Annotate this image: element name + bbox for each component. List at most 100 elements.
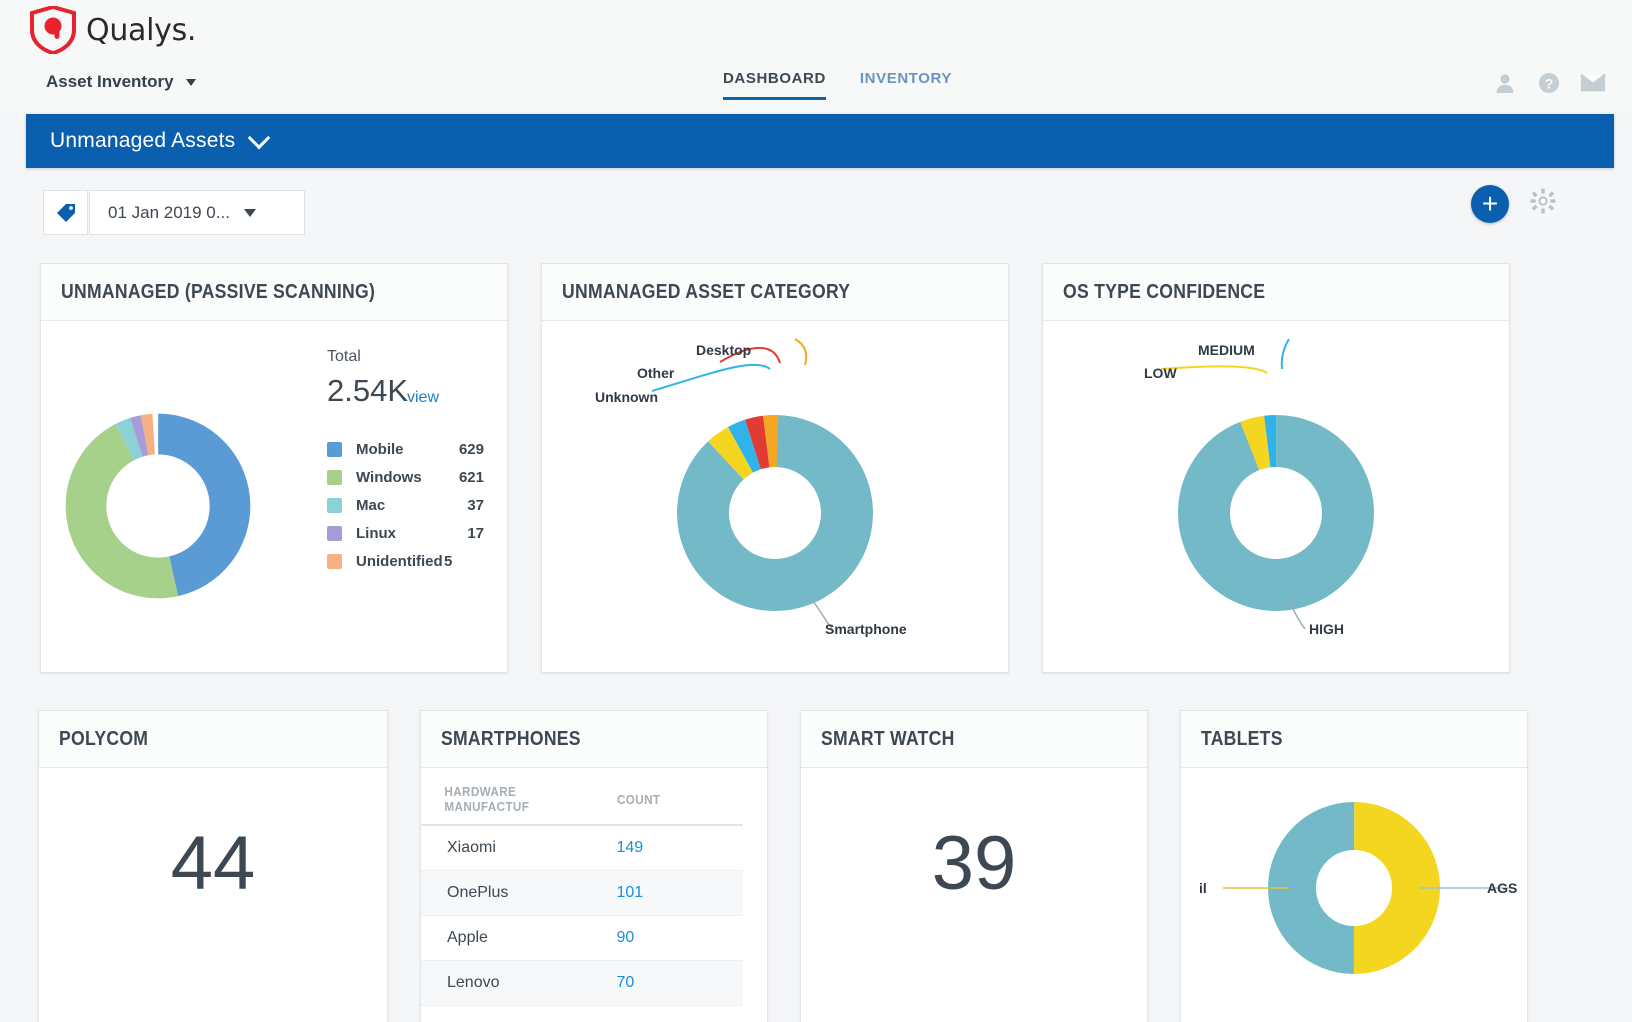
- legend-swatch: [327, 442, 342, 457]
- slice-label-other: Other: [637, 365, 674, 381]
- slice-label-ags: AGS: [1487, 880, 1517, 896]
- legend-value: 629: [444, 441, 484, 458]
- smartphones-table: HARDWARE MANUFACTUF COUNT Xiaomi 149 One…: [421, 768, 743, 1006]
- dashboard-page: Qualys. Asset Inventory DASHBOARD INVENT…: [0, 0, 1632, 1022]
- total-value: 2.54K: [327, 373, 408, 409]
- legend-item-windows[interactable]: Windows 621: [327, 463, 484, 491]
- column-header-manufacturer[interactable]: HARDWARE MANUFACTUF: [421, 768, 597, 825]
- widget-title: SMARTPHONES: [441, 728, 581, 751]
- tab-inventory[interactable]: INVENTORY: [860, 70, 952, 97]
- cell-count[interactable]: 70: [617, 961, 744, 1006]
- add-widget-button[interactable]: +: [1471, 185, 1509, 223]
- module-selector[interactable]: Asset Inventory: [46, 72, 196, 92]
- cell-manufacturer: OnePlus: [421, 871, 617, 916]
- table-row[interactable]: Lenovo 70: [421, 961, 743, 1006]
- legend-item-unidentified[interactable]: Unidentified 5: [327, 547, 484, 575]
- cell-manufacturer: Lenovo: [421, 961, 617, 1006]
- gear-icon: [1530, 188, 1556, 214]
- total-label: Total: [327, 348, 361, 366]
- chevron-down-icon[interactable]: [248, 126, 271, 149]
- legend-swatch: [327, 470, 342, 485]
- table-body: Xiaomi 149 OnePlus 101 Apple 90 Lenovo: [421, 825, 743, 1006]
- asset-category-donut-chart[interactable]: [542, 321, 1008, 673]
- slice-label-il: il: [1199, 880, 1207, 896]
- leader-line-desktop: [795, 339, 806, 365]
- tab-dashboard[interactable]: DASHBOARD: [723, 70, 826, 100]
- user-icon[interactable]: [1492, 70, 1518, 96]
- legend-swatch: [327, 498, 342, 513]
- widget-header: POLYCOM: [39, 711, 387, 768]
- smart-watch-count[interactable]: 39: [801, 820, 1147, 907]
- widget-unmanaged-passive-scanning[interactable]: UNMANAGED (PASSIVE SCANNING) Total 2.54K…: [40, 263, 508, 673]
- legend-label: Unidentified: [356, 553, 444, 570]
- widget-polycom[interactable]: POLYCOM 44: [38, 710, 388, 1022]
- qualys-shield-icon: [30, 6, 76, 54]
- cell-count[interactable]: 149: [617, 825, 744, 871]
- widget-header: TABLETS: [1181, 711, 1527, 768]
- legend-label: Linux: [356, 525, 444, 542]
- slice-label-low: LOW: [1144, 365, 1177, 381]
- dashboard-selector-bar[interactable]: Unmanaged Assets: [26, 114, 1614, 168]
- table-row[interactable]: OnePlus 101: [421, 871, 743, 916]
- mail-icon[interactable]: [1580, 70, 1606, 96]
- widget-title: POLYCOM: [59, 728, 148, 751]
- widget-unmanaged-asset-category[interactable]: UNMANAGED ASSET CATEGORY Desktop Ot: [541, 263, 1009, 673]
- smartphones-table-wrap: HARDWARE MANUFACTUF COUNT Xiaomi 149 One…: [421, 768, 767, 1022]
- module-label: Asset Inventory: [46, 72, 174, 92]
- legend-value: 37: [444, 497, 484, 514]
- tag-icon: [55, 202, 77, 224]
- slice-label-smartphone: Smartphone: [825, 621, 907, 637]
- date-filter-button[interactable]: 01 Jan 2019 0...: [89, 190, 305, 235]
- legend-item-linux[interactable]: Linux 17: [327, 519, 484, 547]
- widget-header: UNMANAGED ASSET CATEGORY: [542, 264, 1008, 321]
- header-icon-group: ?: [1492, 70, 1606, 96]
- table-header-row: HARDWARE MANUFACTUF COUNT: [421, 768, 743, 825]
- column-header-count[interactable]: COUNT: [617, 768, 731, 825]
- qualys-logo[interactable]: Qualys.: [30, 6, 196, 54]
- legend-label: Windows: [356, 469, 444, 486]
- widget-tablets[interactable]: TABLETS il AGS: [1180, 710, 1528, 1022]
- cell-count[interactable]: 101: [617, 871, 744, 916]
- cell-count[interactable]: 90: [617, 916, 744, 961]
- cell-manufacturer: Xiaomi: [421, 825, 617, 871]
- widget-body: il AGS: [1181, 768, 1527, 1022]
- passive-scanning-donut-chart[interactable]: [63, 411, 253, 601]
- widget-header: SMART WATCH: [801, 711, 1147, 768]
- widget-title: TABLETS: [1201, 728, 1283, 751]
- table-header: HARDWARE MANUFACTUF COUNT: [421, 768, 743, 825]
- settings-button[interactable]: [1530, 188, 1556, 219]
- main-nav-tabs: DASHBOARD INVENTORY: [723, 70, 952, 100]
- tablets-donut-chart[interactable]: [1181, 768, 1527, 1022]
- widget-body: 39: [801, 768, 1147, 1022]
- widget-header: UNMANAGED (PASSIVE SCANNING): [41, 264, 507, 321]
- table-row[interactable]: Xiaomi 149: [421, 825, 743, 871]
- tag-filter-button[interactable]: [43, 190, 88, 235]
- widget-body: 44: [39, 768, 387, 1022]
- view-link[interactable]: view: [407, 389, 439, 407]
- legend-label: Mac: [356, 497, 444, 514]
- svg-text:?: ?: [1545, 76, 1554, 92]
- slice-label-high: HIGH: [1309, 621, 1344, 637]
- slice-label-medium: MEDIUM: [1198, 342, 1255, 358]
- legend-item-mac[interactable]: Mac 37: [327, 491, 484, 519]
- help-icon[interactable]: ?: [1536, 70, 1562, 96]
- widget-body: MEDIUM LOW HIGH: [1043, 321, 1509, 672]
- leader-line-medium: [1282, 339, 1289, 369]
- legend-item-mobile[interactable]: Mobile 629: [327, 435, 484, 463]
- widget-header: SMARTPHONES: [421, 711, 767, 768]
- polycom-count[interactable]: 44: [39, 820, 387, 907]
- widget-header: OS TYPE CONFIDENCE: [1043, 264, 1509, 321]
- legend-label: Mobile: [356, 441, 444, 458]
- table-row[interactable]: Apple 90: [421, 916, 743, 961]
- chevron-down-icon: [186, 79, 196, 86]
- cell-manufacturer: Apple: [421, 916, 617, 961]
- widget-smart-watch[interactable]: SMART WATCH 39: [800, 710, 1148, 1022]
- legend-swatch: [327, 554, 342, 569]
- widget-os-type-confidence[interactable]: OS TYPE CONFIDENCE MEDIUM LOW HIGH: [1042, 263, 1510, 673]
- widget-title: OS TYPE CONFIDENCE: [1063, 281, 1265, 304]
- filter-toolbar: 01 Jan 2019 0... +: [26, 168, 1614, 256]
- legend-value: 17: [444, 525, 484, 542]
- widget-smartphones[interactable]: SMARTPHONES HARDWARE MANUFACTUF COUNT Xi…: [420, 710, 768, 1022]
- os-type-confidence-donut-chart[interactable]: [1043, 321, 1509, 673]
- dashboard-title: Unmanaged Assets: [50, 129, 235, 153]
